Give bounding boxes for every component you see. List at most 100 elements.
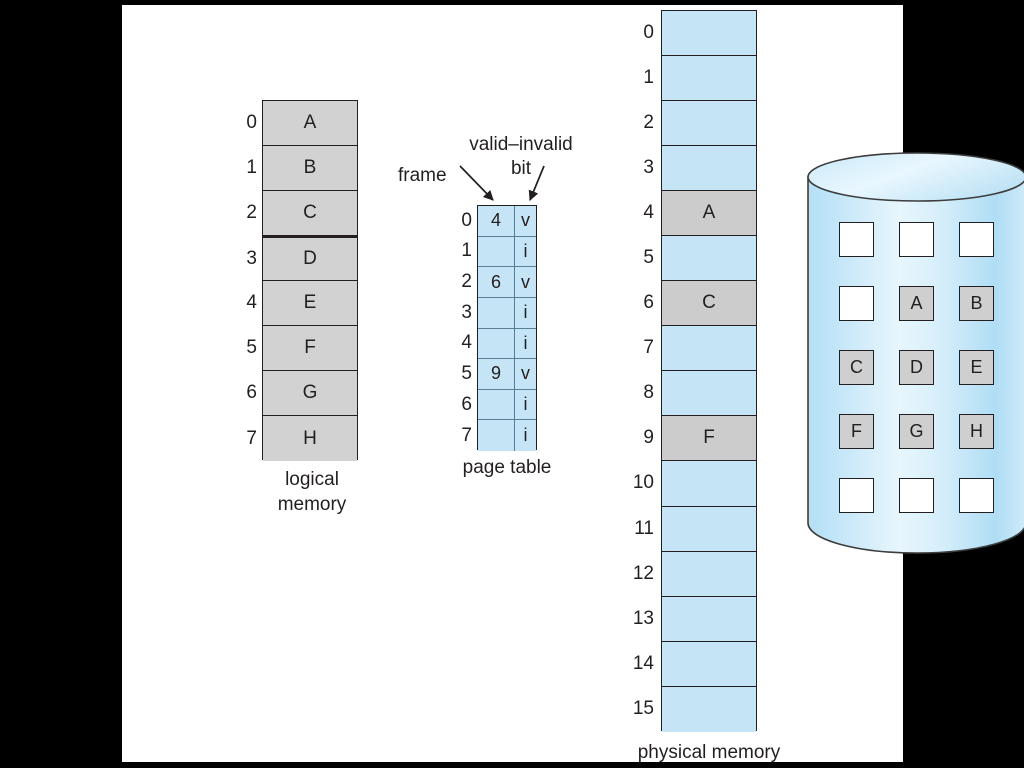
page-table-valid-invalid-cell: i xyxy=(515,420,536,451)
logical-memory-caption-line2: memory xyxy=(277,494,347,515)
logical-memory-caption-line1: logical xyxy=(285,469,339,490)
physical-memory-frame: 9F xyxy=(643,416,756,462)
physical-memory-table: 0 1 2 3 4 A 5 6 C 7 8 9 F 10 11 12 13 14 15 xyxy=(633,10,757,732)
logical-memory-cell-value: F xyxy=(304,337,316,358)
page-table-row-index: 4 xyxy=(461,332,472,354)
page-table-row-index: 0 xyxy=(461,209,472,231)
page-table-valid-invalid-cell: i xyxy=(515,328,536,359)
disk-block: H xyxy=(959,414,994,449)
logical-memory-cell: 0A xyxy=(246,101,357,146)
backing-store-disk: AB CDE FGH xyxy=(802,145,1024,565)
logical-memory-cell: 7H xyxy=(246,416,357,461)
logical-memory-table: 0A1B2C3D4E5F6G7H xyxy=(246,100,358,461)
physical-memory-frame-index: 12 xyxy=(632,562,654,584)
physical-memory-frame: 7 xyxy=(643,326,756,372)
physical-memory-frame: 4A xyxy=(643,191,756,237)
physical-memory-frame: 15 xyxy=(633,686,756,732)
logical-memory-cell-index: 1 xyxy=(246,157,257,178)
physical-memory-frame-index: 1 xyxy=(643,67,654,89)
physical-memory-frame-index: 11 xyxy=(634,517,654,539)
page-table-row: 6i xyxy=(461,389,536,421)
logical-memory-cell-index: 6 xyxy=(246,382,257,403)
page-table-valid-invalid-cell: v xyxy=(515,267,536,297)
page-table-row: 26v xyxy=(461,267,536,298)
page-table-row: 3i xyxy=(461,297,536,329)
physical-memory-frame-index: 4 xyxy=(643,202,654,224)
disk-block: A xyxy=(899,286,934,321)
page-table-row: 04v xyxy=(461,206,536,237)
logical-memory-cell-value: E xyxy=(303,292,317,313)
physical-memory-frame-index: 2 xyxy=(643,112,654,134)
logical-memory-cell-index: 3 xyxy=(246,248,257,269)
page-table-row-index: 3 xyxy=(461,301,472,323)
logical-memory-cell-index: 5 xyxy=(246,337,257,358)
frame-arrow xyxy=(459,165,494,201)
physical-memory-frame-index: 13 xyxy=(632,607,654,629)
page-table-frame-cell xyxy=(478,389,515,420)
figure-canvas: 0A1B2C3D4E5F6G7H logical memory frame va… xyxy=(122,5,1024,763)
physical-memory-frame: 14 xyxy=(633,641,756,687)
logical-memory-cell-value: B xyxy=(303,157,317,178)
page-table-row-index: 1 xyxy=(461,240,472,262)
physical-memory-frame: 3 xyxy=(643,146,756,192)
page-table-valid-invalid-cell: v xyxy=(515,359,536,389)
disk-block xyxy=(839,478,874,513)
frame-label: frame xyxy=(398,165,447,186)
logical-memory-cell-value: D xyxy=(303,248,317,269)
disk-block xyxy=(899,478,934,513)
physical-memory-frame-index: 3 xyxy=(643,157,654,179)
logical-memory-cell-value: A xyxy=(303,112,317,133)
physical-memory-frame-index: 10 xyxy=(632,472,654,494)
page-table-frame-cell: 4 xyxy=(478,206,515,236)
page-table-valid-invalid-cell: i xyxy=(515,297,536,328)
page-table-frame-cell xyxy=(478,297,515,328)
page-table-pointer-arrows xyxy=(459,165,545,201)
physical-memory-frame-index: 15 xyxy=(632,698,654,720)
physical-memory-frame-index: 9 xyxy=(643,427,654,449)
page-table-row-index: 7 xyxy=(461,424,472,446)
physical-memory-frame: 12 xyxy=(633,551,756,597)
page-table-caption: page table xyxy=(462,457,552,478)
logical-memory-caption: logical memory xyxy=(242,467,382,517)
page-table-row: 59v xyxy=(461,359,536,390)
figure-backdrop: 0A1B2C3D4E5F6G7H logical memory frame va… xyxy=(0,0,1024,768)
disk-block: F xyxy=(839,414,874,449)
logical-memory-cell-value: H xyxy=(303,427,317,449)
page-table-row-index: 5 xyxy=(461,362,472,384)
physical-memory-frame: 5 xyxy=(643,236,756,282)
logical-memory-cell-value: C xyxy=(303,202,317,223)
logical-memory-cell-index: 0 xyxy=(246,112,257,133)
logical-memory-cell: 4E xyxy=(246,281,357,326)
page-table-frame-cell: 9 xyxy=(478,359,515,389)
physical-memory-frame-value: C xyxy=(702,292,716,314)
physical-memory-frame-value: A xyxy=(702,202,716,224)
physical-memory-caption: physical memory xyxy=(637,742,781,763)
page-table-row: 4i xyxy=(461,328,536,360)
disk-block: G xyxy=(899,414,934,449)
disk-block: C xyxy=(839,350,874,385)
physical-memory-frame: 6C xyxy=(643,281,756,327)
physical-memory-frame: 13 xyxy=(633,596,756,642)
physical-memory-frame-value: F xyxy=(703,427,715,449)
physical-memory-frame: 10 xyxy=(633,461,756,507)
page-table-frame-cell xyxy=(478,328,515,359)
physical-memory-frame: 2 xyxy=(643,101,756,147)
logical-memory-cell-value: G xyxy=(302,382,318,403)
disk-block xyxy=(899,222,934,257)
physical-memory-frame: 1 xyxy=(643,56,756,102)
disk-block xyxy=(959,222,994,257)
logical-memory-cell-index: 4 xyxy=(246,292,257,313)
disk-block xyxy=(959,478,994,513)
page-table-row: 1i xyxy=(461,236,536,268)
page-table-row-index: 2 xyxy=(461,271,472,293)
logical-memory-cell: 2C xyxy=(246,191,357,236)
logical-memory-cell: 5F xyxy=(246,326,357,371)
page-table-row-index: 6 xyxy=(461,393,472,415)
physical-memory-frame-index: 7 xyxy=(643,337,654,359)
page-table-frame-cell xyxy=(478,420,515,451)
disk-block xyxy=(839,286,874,321)
logical-memory-cell-index: 7 xyxy=(246,427,257,449)
disk-block: E xyxy=(959,350,994,385)
physical-memory-frame-index: 6 xyxy=(643,292,654,314)
page-table-valid-invalid-cell: i xyxy=(515,236,536,267)
